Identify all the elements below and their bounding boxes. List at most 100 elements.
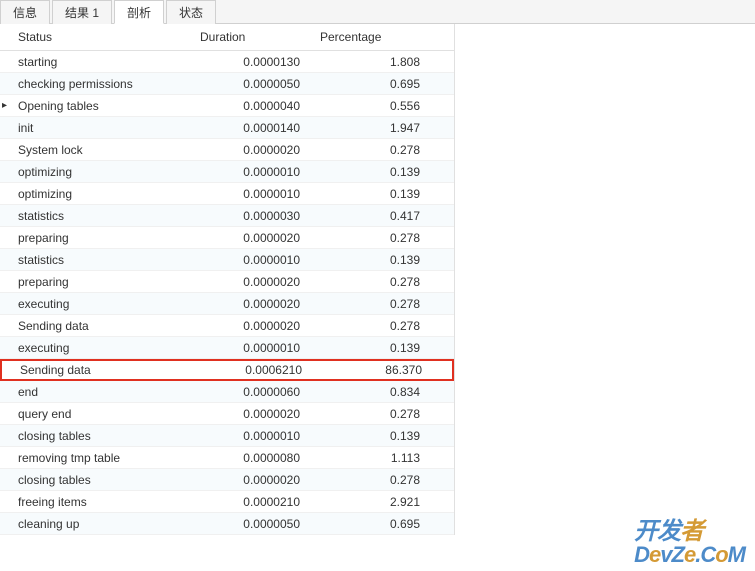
table-row[interactable]: checking permissions0.00000500.695	[0, 73, 454, 95]
table-row[interactable]: executing0.00000200.278	[0, 293, 454, 315]
table-row[interactable]: freeing items0.00002102.921	[0, 491, 454, 513]
cell-percentage: 0.139	[320, 341, 440, 355]
table-row[interactable]: end0.00000600.834	[0, 381, 454, 403]
watermark-text: 者	[680, 518, 703, 545]
cell-duration: 0.0000050	[200, 77, 320, 91]
cell-percentage: 0.278	[320, 319, 440, 333]
table-row[interactable]: closing tables0.00000200.278	[0, 469, 454, 491]
cell-duration: 0.0000050	[200, 517, 320, 531]
cell-status: statistics	[10, 209, 200, 223]
cell-status: starting	[10, 55, 200, 69]
watermark-text: e	[684, 542, 695, 567]
cell-status: executing	[10, 341, 200, 355]
cell-status: freeing items	[10, 495, 200, 509]
cell-percentage: 0.139	[320, 187, 440, 201]
cell-status: Sending data	[12, 363, 202, 377]
cell-duration: 0.0000020	[200, 297, 320, 311]
cell-duration: 0.0000020	[200, 407, 320, 421]
tabs-bar: 信息结果 1剖析状态	[0, 0, 755, 24]
cell-percentage: 0.278	[320, 143, 440, 157]
table-header: Status Duration Percentage	[0, 24, 454, 51]
cell-status: optimizing	[10, 165, 200, 179]
tab-1[interactable]: 结果 1	[52, 0, 112, 24]
watermark-text: .C	[695, 542, 715, 567]
cell-duration: 0.0000040	[200, 99, 320, 113]
cell-percentage: 0.695	[320, 517, 440, 531]
tab-2[interactable]: 剖析	[114, 0, 164, 24]
cell-status: cleaning up	[10, 517, 200, 531]
cell-duration: 0.0000020	[200, 143, 320, 157]
cell-percentage: 0.278	[320, 231, 440, 245]
cell-percentage: 0.417	[320, 209, 440, 223]
cell-duration: 0.0000010	[200, 341, 320, 355]
table-row[interactable]: System lock0.00000200.278	[0, 139, 454, 161]
table-row[interactable]: removing tmp table0.00000801.113	[0, 447, 454, 469]
table-row[interactable]: Sending data0.00000200.278	[0, 315, 454, 337]
cell-status: init	[10, 121, 200, 135]
cell-status: optimizing	[10, 187, 200, 201]
watermark-text: M	[728, 542, 745, 567]
cell-duration: 0.0000020	[200, 319, 320, 333]
cell-percentage: 1.947	[320, 121, 440, 135]
tab-0[interactable]: 信息	[0, 0, 50, 24]
cell-duration: 0.0000210	[200, 495, 320, 509]
cell-percentage: 0.278	[320, 473, 440, 487]
table-row[interactable]: preparing0.00000200.278	[0, 271, 454, 293]
cell-status: closing tables	[10, 473, 200, 487]
table-row[interactable]: cleaning up0.00000500.695	[0, 513, 454, 535]
header-status[interactable]: Status	[0, 30, 200, 44]
cell-status: checking permissions	[10, 77, 200, 91]
cell-duration: 0.0000020	[200, 231, 320, 245]
header-duration[interactable]: Duration	[200, 30, 320, 44]
cell-duration: 0.0000010	[200, 253, 320, 267]
watermark-text: vZ	[660, 542, 684, 567]
cell-percentage: 0.695	[320, 77, 440, 91]
cell-percentage: 0.278	[320, 275, 440, 289]
table-row[interactable]: preparing0.00000200.278	[0, 227, 454, 249]
cell-percentage: 0.139	[320, 165, 440, 179]
cell-status: statistics	[10, 253, 200, 267]
watermark-text: e	[649, 542, 660, 567]
cell-status: Opening tables	[10, 99, 200, 113]
cell-duration: 0.0006210	[202, 363, 322, 377]
table-row[interactable]: executing0.00000100.139	[0, 337, 454, 359]
table-row[interactable]: statistics0.00000300.417	[0, 205, 454, 227]
table-row[interactable]: optimizing0.00000100.139	[0, 161, 454, 183]
cell-status: removing tmp table	[10, 451, 200, 465]
table-row[interactable]: ▸Opening tables0.00000400.556	[0, 95, 454, 117]
cell-duration: 0.0000020	[200, 473, 320, 487]
table-row[interactable]: closing tables0.00000100.139	[0, 425, 454, 447]
cell-duration: 0.0000140	[200, 121, 320, 135]
cell-percentage: 1.808	[320, 55, 440, 69]
cell-duration: 0.0000060	[200, 385, 320, 399]
cell-status: System lock	[10, 143, 200, 157]
watermark-text: 开发	[634, 518, 680, 545]
cell-status: preparing	[10, 275, 200, 289]
cell-duration: 0.0000010	[200, 187, 320, 201]
table-row[interactable]: query end0.00000200.278	[0, 403, 454, 425]
cell-status: closing tables	[10, 429, 200, 443]
tab-3[interactable]: 状态	[166, 0, 216, 24]
cell-status: query end	[10, 407, 200, 421]
table-row[interactable]: init0.00001401.947	[0, 117, 454, 139]
cell-duration: 0.0000080	[200, 451, 320, 465]
cell-status: preparing	[10, 231, 200, 245]
header-percentage[interactable]: Percentage	[320, 30, 440, 44]
table-row[interactable]: optimizing0.00000100.139	[0, 183, 454, 205]
row-marker-icon: ▸	[0, 100, 10, 111]
cell-percentage: 1.113	[320, 451, 440, 465]
table-row[interactable]: starting0.00001301.808	[0, 51, 454, 73]
cell-percentage: 86.370	[322, 363, 442, 377]
table-row[interactable]: Sending data0.000621086.370	[0, 359, 454, 381]
cell-percentage: 0.139	[320, 429, 440, 443]
cell-percentage: 0.278	[320, 407, 440, 421]
watermark-text: o	[715, 542, 727, 567]
table-row[interactable]: statistics0.00000100.139	[0, 249, 454, 271]
watermark-logo: 开发者 DevZe.CoM	[634, 520, 745, 566]
cell-duration: 0.0000010	[200, 165, 320, 179]
cell-duration: 0.0000010	[200, 429, 320, 443]
cell-duration: 0.0000130	[200, 55, 320, 69]
cell-percentage: 0.556	[320, 99, 440, 113]
profiling-table: Status Duration Percentage starting0.000…	[0, 24, 455, 535]
cell-status: end	[10, 385, 200, 399]
